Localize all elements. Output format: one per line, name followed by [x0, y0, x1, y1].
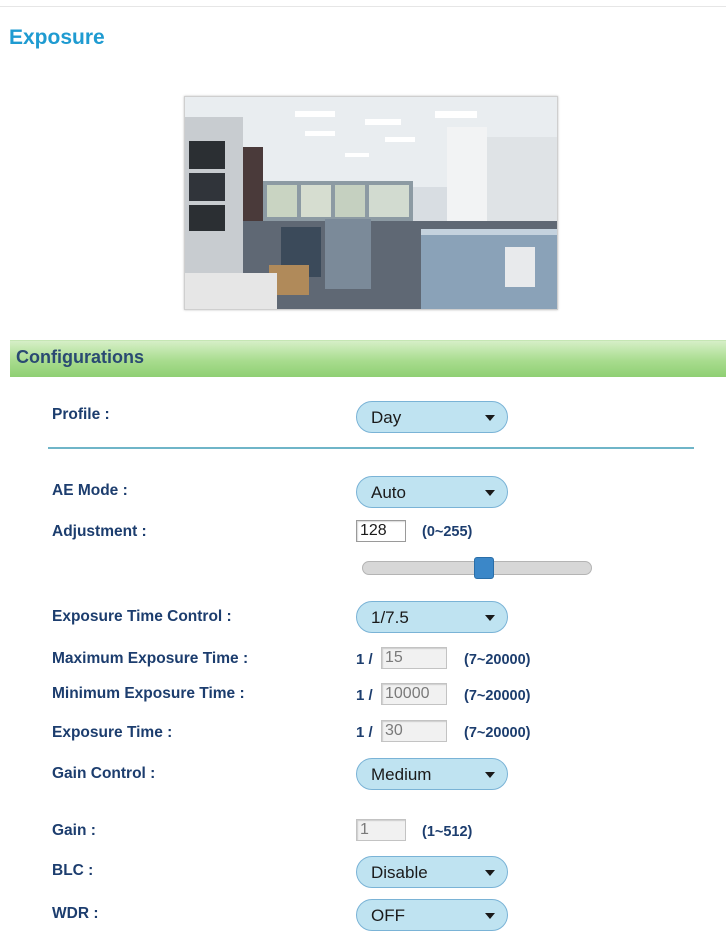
max-exposure-prefix: 1 / — [356, 651, 373, 668]
max-exposure-time-label: Maximum Exposure Time : — [52, 650, 249, 667]
page-title: Exposure — [9, 26, 105, 49]
blc-select[interactable]: Disable — [356, 856, 508, 888]
exposure-time-control-value: 1/7.5 — [371, 608, 409, 627]
configurations-section-header: Configurations — [10, 340, 726, 377]
chevron-down-icon — [485, 490, 495, 496]
max-exposure-range: (7~20000) — [464, 652, 531, 668]
exposure-time-input[interactable] — [381, 720, 447, 742]
blc-label: BLC : — [52, 862, 94, 879]
ae-mode-value: Auto — [371, 483, 406, 502]
blc-value: Disable — [371, 863, 428, 882]
adjustment-slider-handle[interactable] — [474, 557, 494, 579]
exposure-time-prefix: 1 / — [356, 724, 373, 741]
ae-mode-select[interactable]: Auto — [356, 476, 508, 508]
wdr-label: WDR : — [52, 905, 99, 922]
chevron-down-icon — [485, 772, 495, 778]
profile-value: Day — [371, 408, 402, 427]
adjustment-input[interactable] — [356, 520, 406, 542]
section-title: Configurations — [16, 347, 144, 367]
chevron-down-icon — [485, 615, 495, 621]
chevron-down-icon — [485, 870, 495, 876]
gain-label: Gain : — [52, 822, 96, 839]
wdr-value: OFF — [371, 906, 405, 925]
chevron-down-icon — [485, 415, 495, 421]
exposure-time-label: Exposure Time : — [52, 724, 173, 741]
top-rule — [0, 6, 726, 7]
min-exposure-prefix: 1 / — [356, 687, 373, 704]
exposure-time-control-select[interactable]: 1/7.5 — [356, 601, 508, 633]
gain-control-label: Gain Control : — [52, 765, 156, 782]
gain-input[interactable] — [356, 819, 406, 841]
ae-mode-label: AE Mode : — [52, 482, 128, 499]
adjustment-range: (0~255) — [422, 524, 473, 540]
exposure-time-control-label: Exposure Time Control : — [52, 608, 232, 625]
camera-preview-image — [184, 96, 558, 310]
divider — [48, 447, 694, 449]
profile-select[interactable]: Day — [356, 401, 508, 433]
min-exposure-time-label: Minimum Exposure Time : — [52, 685, 245, 702]
min-exposure-range: (7~20000) — [464, 688, 531, 704]
profile-label: Profile : — [52, 406, 110, 423]
adjustment-label: Adjustment : — [52, 523, 147, 540]
gain-range: (1~512) — [422, 824, 473, 840]
gain-control-select[interactable]: Medium — [356, 758, 508, 790]
max-exposure-time-input[interactable] — [381, 647, 447, 669]
exposure-time-range: (7~20000) — [464, 725, 531, 741]
chevron-down-icon — [485, 913, 495, 919]
min-exposure-time-input[interactable] — [381, 683, 447, 705]
wdr-select[interactable]: OFF — [356, 899, 508, 931]
gain-control-value: Medium — [371, 765, 432, 784]
